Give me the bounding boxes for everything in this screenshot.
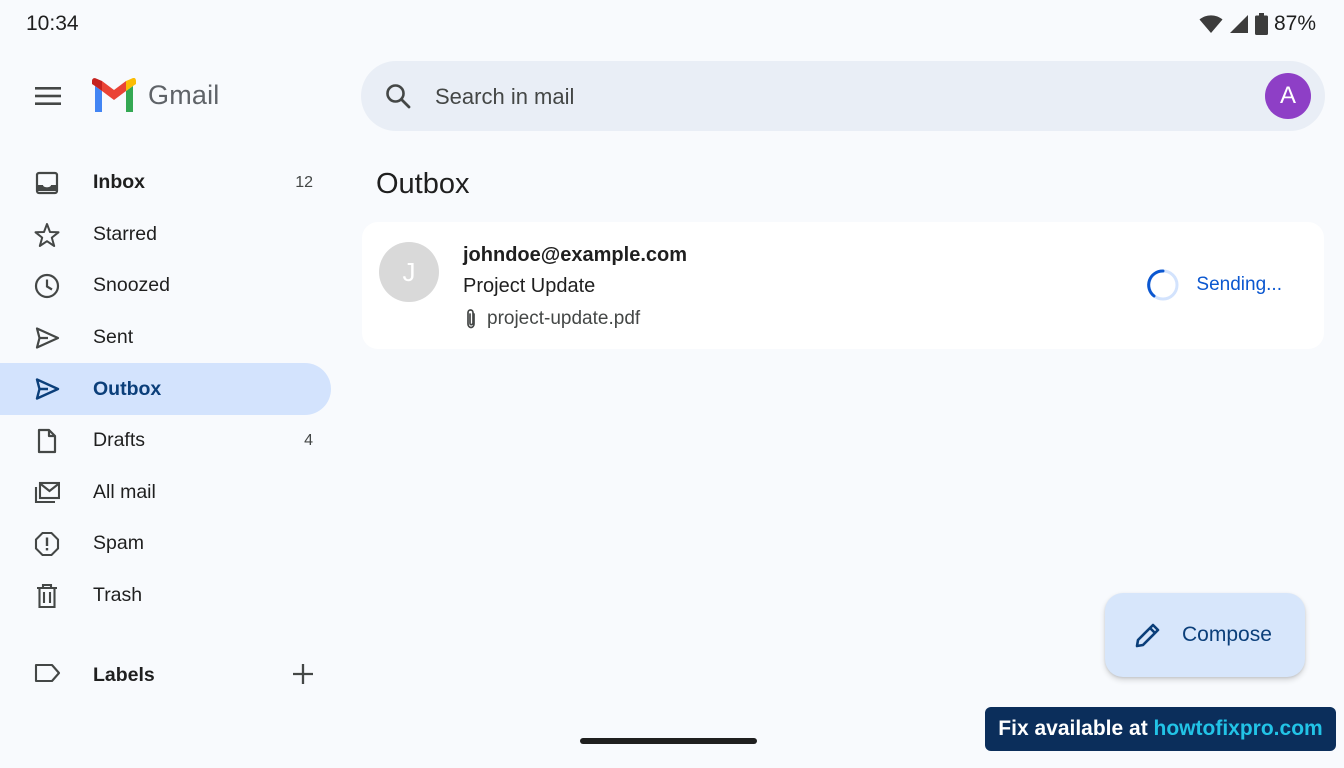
send-icon [35,327,60,349]
sender-avatar: J [379,242,439,302]
status-icons: 87% [1199,12,1316,36]
app-name: Gmail [148,79,220,110]
sending-label: Sending... [1196,274,1282,295]
clock-icon [34,274,60,299]
unread-count: 12 [295,173,313,191]
banner-prefix: Fix available at [998,717,1154,740]
wifi-icon [1199,15,1223,33]
menu-button[interactable] [30,78,66,114]
sidebar-item-label: Spam [93,532,144,555]
inbox-icon [35,171,59,195]
sending-status: Sending... [1146,268,1282,302]
search-bar[interactable]: A [361,61,1325,133]
signal-icon [1229,15,1248,33]
sidebar-item-label: Inbox [93,171,145,194]
add-label-button[interactable] [288,659,318,689]
pencil-icon [1135,623,1160,648]
sidebar-item-label: Drafts [93,429,146,452]
gmail-logo: Gmail [92,78,220,112]
trash-icon [37,583,57,608]
sidebar-item-label: Outbox [93,377,162,400]
compose-button[interactable]: Compose [1105,593,1305,677]
loading-spinner-icon [1147,269,1179,301]
status-time: 10:34 [26,12,79,35]
battery-icon [1254,13,1268,35]
draft-icon [37,428,57,454]
sidebar-item-drafts[interactable]: Drafts 4 [0,415,331,467]
hamburger-icon [35,87,61,105]
labels-heading: Labels [93,664,155,686]
sidebar-item-trash[interactable]: Trash [0,570,331,622]
gmail-m-icon [92,78,136,112]
search-input[interactable] [433,61,1237,133]
sender-email: johndoe@example.com [463,244,687,266]
sidebar-item-inbox[interactable]: Inbox 12 [0,157,331,209]
sidebar-item-label: Trash [93,584,143,607]
fix-banner[interactable]: Fix available at howtofixpro.com [985,707,1336,751]
sidebar-item-label: Sent [93,326,134,349]
attachment[interactable]: project-update.pdf [463,308,640,330]
page-title: Outbox [376,168,470,200]
account-avatar[interactable]: A [1265,73,1311,119]
sidebar-item-starred[interactable]: Starred [0,209,331,261]
label-icon [34,663,61,683]
sidebar-item-label: Starred [93,222,157,245]
home-indicator[interactable] [580,738,757,744]
compose-label: Compose [1182,623,1272,646]
spam-icon [34,532,60,557]
labels-section: Labels [0,652,331,696]
sidebar-nav: Inbox 12 Starred Snoozed Sent Outbox Dra… [0,157,331,621]
sidebar-item-snoozed[interactable]: Snoozed [0,260,331,312]
search-icon[interactable] [385,83,411,109]
plus-icon [293,664,313,684]
sidebar-item-outbox[interactable]: Outbox [0,363,331,415]
sidebar-item-sent[interactable]: Sent [0,312,331,364]
star-icon [34,222,60,247]
banner-link[interactable]: howtofixpro.com [1154,717,1323,741]
attachment-filename: project-update.pdf [487,308,641,329]
message-subject: Project Update [463,275,596,297]
sidebar-item-label: Snoozed [93,274,170,297]
outbox-icon [35,378,60,401]
sidebar-item-label: All mail [93,480,156,503]
all-mail-icon [34,481,60,503]
drafts-count: 4 [304,431,313,449]
battery-percent: 87% [1273,12,1316,35]
paperclip-icon [467,309,475,329]
sidebar-item-all-mail[interactable]: All mail [0,467,331,519]
message-row[interactable]: J johndoe@example.com Project Update pro… [362,222,1324,349]
sidebar-item-spam[interactable]: Spam [0,518,331,570]
